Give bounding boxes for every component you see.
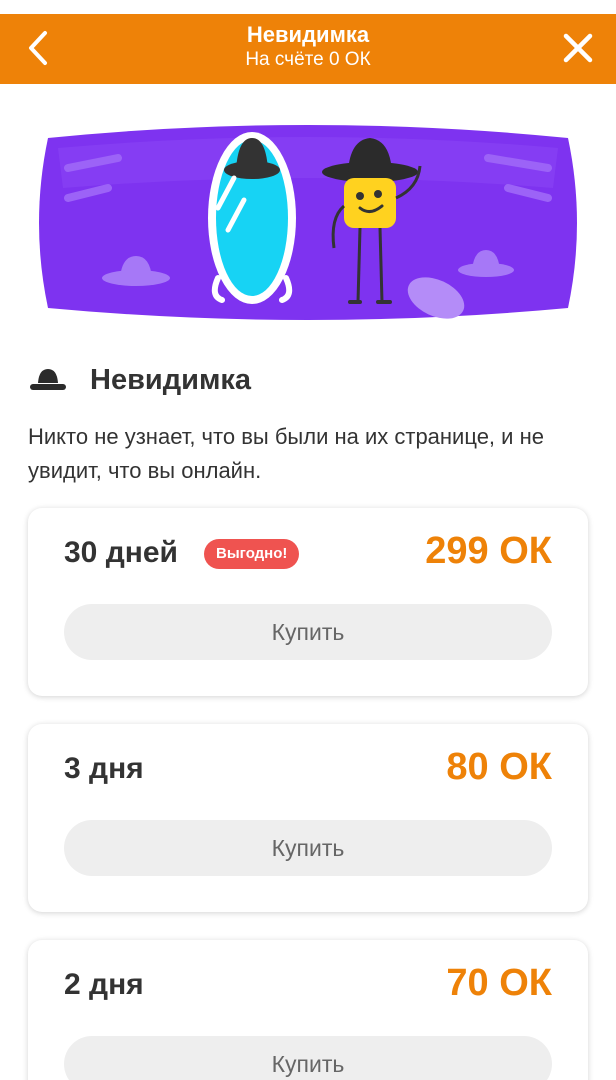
feature-name: Невидимка: [90, 363, 252, 396]
close-button[interactable]: [558, 28, 598, 68]
plan-card-2-days: 2 дня 70 ОК Купить: [28, 940, 588, 1080]
top-bar: Невидимка На счёте 0 ОК: [0, 14, 616, 84]
plan-price: 70 ОК: [446, 962, 552, 1004]
plan-card-3-days: 3 дня 80 ОК Купить: [28, 724, 588, 912]
plan-period: 30 дней: [64, 536, 178, 569]
plan-period: 3 дня: [64, 752, 144, 785]
invisibility-banner-illustration: [39, 125, 577, 320]
status-bar-strip: [0, 0, 616, 14]
buy-button[interactable]: Купить: [64, 820, 552, 876]
buy-button[interactable]: Купить: [64, 604, 552, 660]
plan-card-30-days: 30 дней Выгодно! 299 ОК Купить: [28, 508, 588, 696]
feature-heading: Невидимка: [28, 360, 251, 400]
back-arrow-icon: [29, 31, 47, 65]
back-button[interactable]: [20, 28, 56, 68]
page-title: Невидимка: [246, 22, 370, 47]
feature-description: Никто не узнает, что вы были на их стран…: [28, 424, 544, 483]
plan-period: 2 дня: [64, 968, 144, 1001]
balance-text: На счёте 0 ОК: [245, 49, 371, 70]
plan-price: 80 ОК: [446, 746, 552, 788]
buy-button[interactable]: Купить: [64, 1036, 552, 1080]
plan-price: 299 ОК: [425, 530, 552, 572]
best-value-badge: Выгодно!: [204, 539, 300, 569]
close-icon: [563, 33, 593, 63]
hat-icon: [30, 369, 66, 390]
